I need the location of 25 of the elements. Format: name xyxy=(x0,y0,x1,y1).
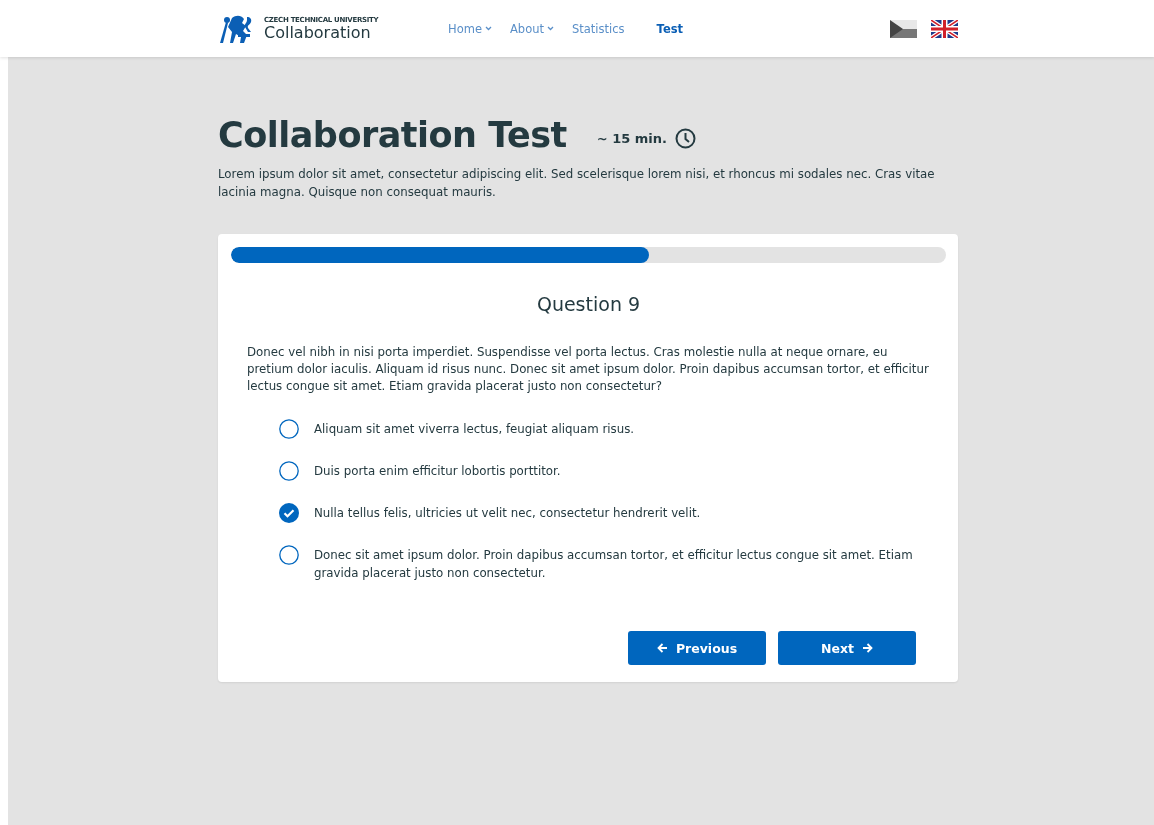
nav-link[interactable]: Statistics xyxy=(572,21,625,36)
option-label[interactable]: Nulla tellus felis, ultricies ut velit nec, consectetur hendrerit velit. xyxy=(314,503,914,522)
test-description: Lorem ipsum dolor sit amet, consectetur adipiscing elit. Sed scelerisque lorem nisi, et rhoncus mi sodales nec. Cras vitae lacinia magna. Quisque non consequat mauris. xyxy=(218,166,936,201)
czech-flag-icon[interactable] xyxy=(890,19,917,38)
radio-button[interactable] xyxy=(279,419,299,439)
previous-button[interactable]: Previous xyxy=(628,631,766,665)
page-title: Collaboration Test xyxy=(218,115,567,155)
arrow-right-icon xyxy=(862,643,873,653)
next-button[interactable]: Next xyxy=(778,631,916,665)
site-name: Collaboration xyxy=(264,23,372,42)
arrow-left-icon xyxy=(656,643,668,653)
nav-link[interactable]: About xyxy=(509,21,554,36)
question-title: Question 9 xyxy=(535,293,642,315)
option-label[interactable]: Donec sit amet ipsum dolor. Proin dapibus accumsan tortor, et efficitur lectus congue sit amet. Etiam gravida placerat justo non consectetur. xyxy=(314,545,914,582)
clock-icon xyxy=(674,127,696,149)
option-label[interactable]: Aliquam sit amet viverra lectus, feugiat aliquam risus. xyxy=(314,419,914,438)
british-flag-icon[interactable] xyxy=(931,19,958,38)
radio-button[interactable] xyxy=(279,461,299,481)
nav-link[interactable]: Home xyxy=(448,21,492,36)
radio-checked[interactable] xyxy=(279,503,299,523)
question-text: Donec vel nibh in nisi porta imperdiet. Suspendisse vel porta lectus. Cras molestie nulla at neque ornare, eu pretium dolor iaculis. Aliquam id risus nunc. Donec sit amet ipsum dolor. Proin dapibus accumsan tortor, et efficitur lectus congue sit amet. Etiam gravida placerat justo non consectetur? xyxy=(247,344,930,395)
radio-button[interactable] xyxy=(279,545,299,565)
nav-link[interactable]: Test xyxy=(656,21,684,36)
option-label[interactable]: Duis porta enim efficitur lobortis porttitor. xyxy=(314,461,914,480)
duration-label: ~ 15 min. xyxy=(596,130,667,146)
